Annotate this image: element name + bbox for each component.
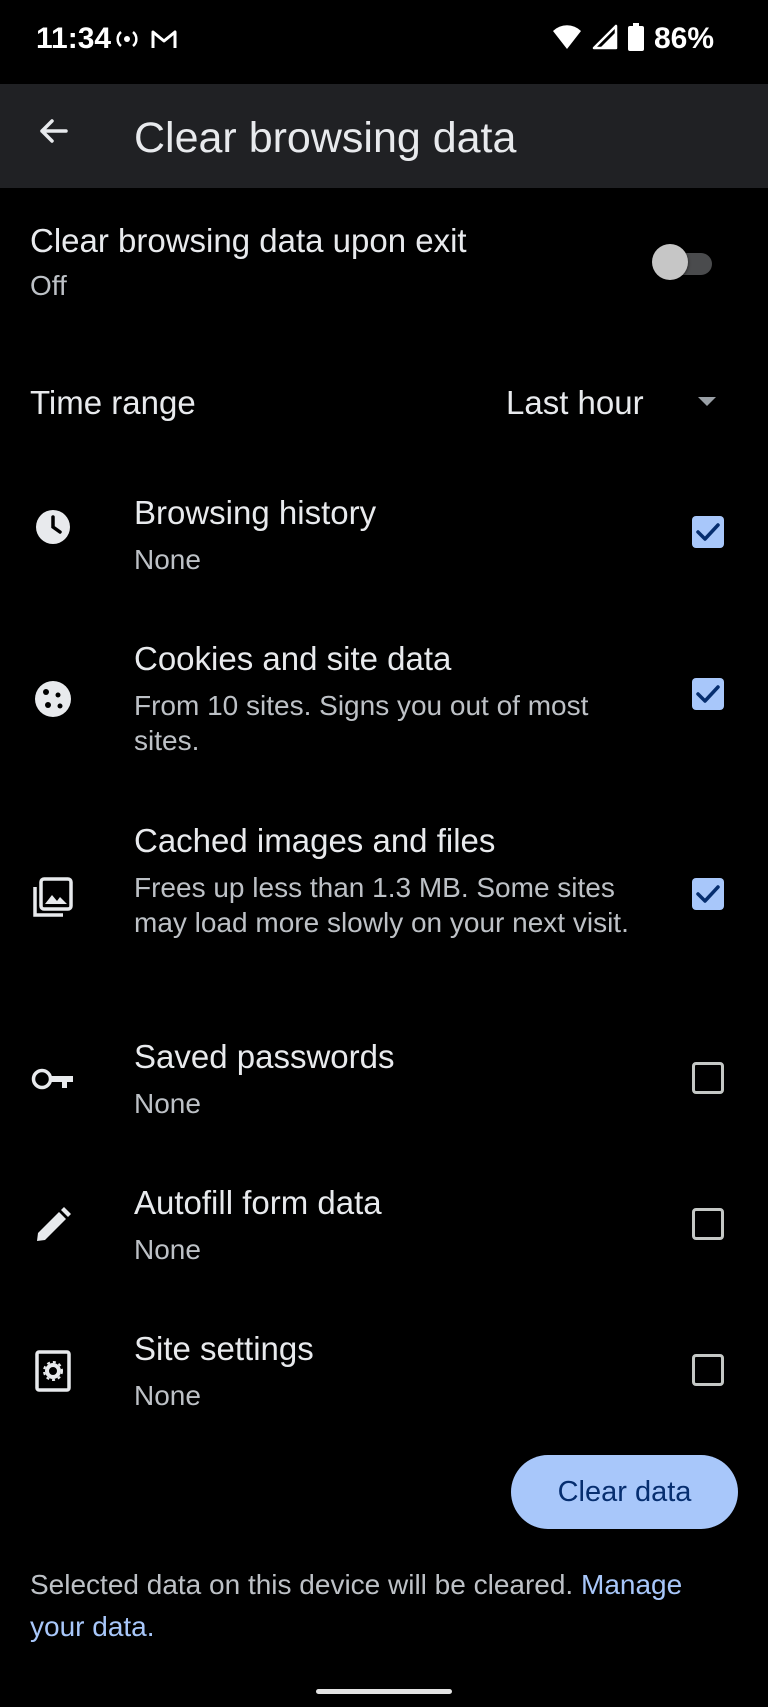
list-item-saved-passwords[interactable]: Saved passwords None (0, 1038, 768, 1158)
item-title: Saved passwords (134, 1038, 395, 1075)
time-range-selected: Last hour (506, 384, 644, 421)
gesture-nav-handle[interactable] (316, 1689, 452, 1694)
item-title: Browsing history (134, 494, 377, 531)
toggle-thumb (652, 244, 688, 280)
site-settings-icon (28, 1346, 78, 1396)
clear-on-exit-label: Clear browsing data upon exit (30, 222, 467, 259)
list-item-cookies[interactable]: Cookies and site data From 10 sites. Sig… (0, 640, 768, 780)
saved-passwords-checkbox[interactable] (692, 1062, 724, 1094)
status-bar: 11:34 86% (0, 0, 768, 84)
gmail-icon (150, 28, 178, 55)
list-item-browsing-history[interactable]: Browsing history None (0, 494, 768, 614)
arrow-back-icon (37, 115, 69, 152)
item-subtitle: None (134, 1380, 201, 1411)
back-button[interactable] (24, 104, 82, 162)
item-subtitle: None (134, 1234, 201, 1265)
clock-icon (28, 502, 78, 552)
clear-data-button[interactable]: Clear data (511, 1455, 738, 1529)
cookie-icon (28, 674, 78, 724)
hotspot-icon (114, 28, 140, 55)
cookies-checkbox[interactable] (692, 678, 724, 710)
cached-images-checkbox[interactable] (692, 878, 724, 910)
footer-message: Selected data on this device will be cle… (30, 1569, 574, 1600)
item-subtitle: From 10 sites. Signs you out of most sit… (134, 690, 589, 756)
item-title: Site settings (134, 1330, 314, 1367)
footer-text: Selected data on this device will be cle… (30, 1564, 730, 1648)
clear-on-exit-toggle[interactable] (652, 244, 718, 280)
dropdown-arrow-icon (698, 397, 716, 406)
battery-percent: 86% (653, 22, 714, 55)
time-range-dropdown[interactable]: Last hour (506, 384, 644, 422)
status-left-icons (114, 28, 178, 55)
key-icon (28, 1054, 78, 1104)
item-subtitle: Frees up less than 1.3 MB. Some sites ma… (134, 872, 629, 938)
pencil-icon (28, 1200, 78, 1250)
item-title: Cached images and files (134, 822, 496, 859)
time-range-label: Time range (30, 384, 196, 421)
status-right-icons: 86% (552, 22, 714, 56)
app-bar: Clear browsing data (0, 84, 768, 188)
clear-on-exit-value: Off (30, 270, 67, 301)
page-title: Clear browsing data (134, 114, 517, 162)
signal-icon (592, 24, 618, 55)
autofill-checkbox[interactable] (692, 1208, 724, 1240)
image-icon (28, 872, 78, 922)
browsing-history-checkbox[interactable] (692, 516, 724, 548)
list-item-site-settings[interactable]: Site settings None (0, 1330, 768, 1450)
item-title: Cookies and site data (134, 640, 452, 677)
status-time: 11:34 (36, 22, 112, 55)
battery-icon (627, 22, 644, 56)
wifi-icon (552, 24, 582, 55)
list-item-autofill[interactable]: Autofill form data None (0, 1184, 768, 1304)
item-subtitle: None (134, 1088, 201, 1119)
item-title: Autofill form data (134, 1184, 382, 1221)
site-settings-checkbox[interactable] (692, 1354, 724, 1386)
time-range-row: Time range (0, 384, 768, 434)
item-subtitle: None (134, 544, 201, 575)
list-item-cached-images[interactable]: Cached images and files Frees up less th… (0, 822, 768, 982)
